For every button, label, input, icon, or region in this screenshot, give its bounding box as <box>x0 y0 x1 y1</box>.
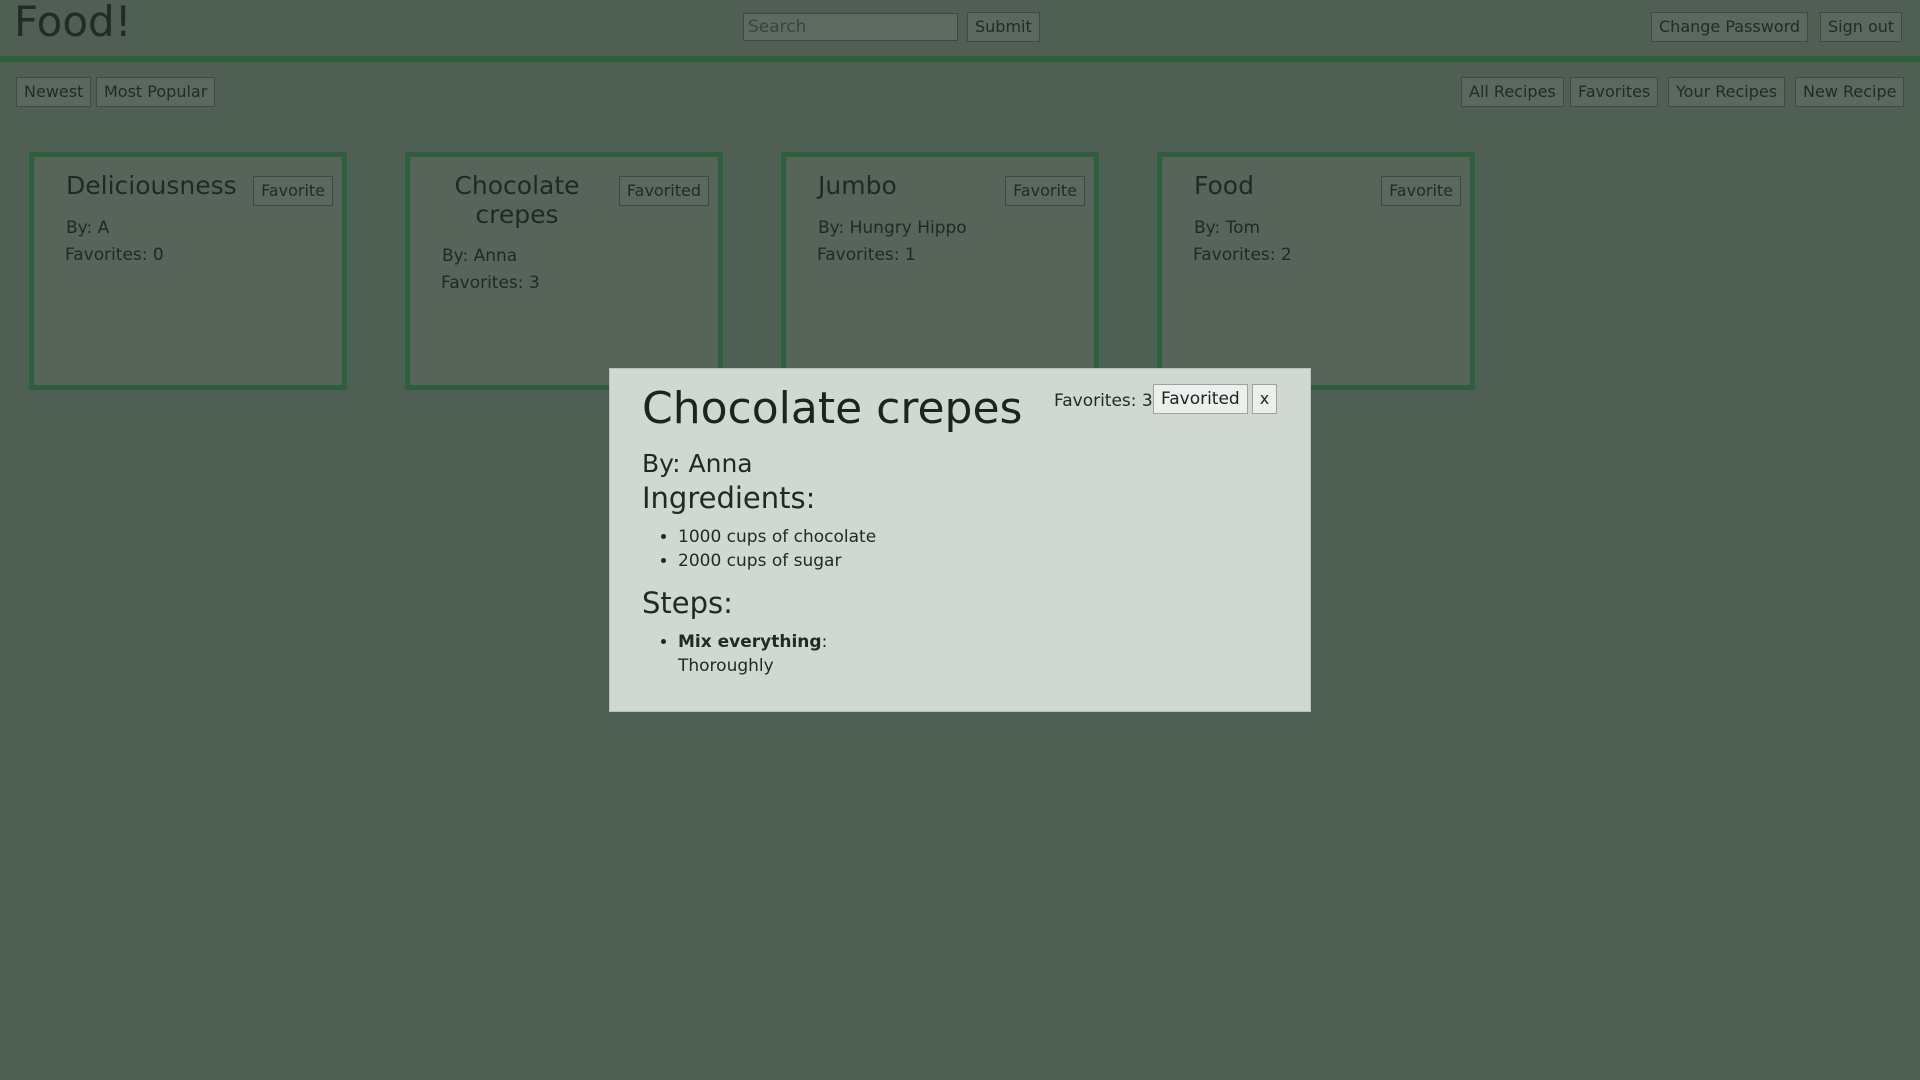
sort-newest-button[interactable]: Newest <box>16 77 92 107</box>
recipe-title: Chocolate crepes <box>454 171 580 229</box>
favorite-button[interactable]: Favorited <box>618 176 709 206</box>
recipe-favorites-count: Favorites: 2 <box>1193 245 1292 265</box>
steps-heading: Steps: <box>642 586 733 620</box>
recipe-card[interactable]: Food Favorite By: Tom Favorites: 2 <box>1157 152 1475 390</box>
modal-favorite-button[interactable]: Favorited <box>1153 384 1248 414</box>
recipe-author: By: A <box>66 218 110 238</box>
step-name: Mix everything <box>678 632 822 652</box>
sign-out-button[interactable]: Sign out <box>1820 12 1903 42</box>
modal-favorites-count: Favorites: 3 <box>1054 391 1153 411</box>
recipe-detail-modal: Chocolate crepes Favorites: 3 Favorited … <box>610 369 1310 711</box>
recipe-card[interactable]: Chocolate crepes Favorited By: Anna Favo… <box>405 152 723 390</box>
recipe-favorites-count: Favorites: 3 <box>441 273 540 293</box>
recipe-title: Deliciousness <box>66 171 237 200</box>
new-recipe-button[interactable]: New Recipe <box>1795 77 1905 107</box>
modal-author: By: Anna <box>642 449 753 478</box>
favorite-button[interactable]: Favorite <box>1005 176 1085 206</box>
recipe-author: By: Tom <box>1194 218 1261 238</box>
search-input[interactable] <box>743 13 958 41</box>
recipe-favorites-count: Favorites: 0 <box>65 245 164 265</box>
favorite-button[interactable]: Favorite <box>253 176 333 206</box>
steps-list: Mix everything: Thoroughly <box>648 630 827 678</box>
favorite-button[interactable]: Favorite <box>1381 176 1461 206</box>
recipe-author: By: Hungry Hippo <box>818 218 967 238</box>
close-icon[interactable]: x <box>1252 384 1277 414</box>
ingredients-heading: Ingredients: <box>642 481 816 515</box>
favorites-filter-button[interactable]: Favorites <box>1570 77 1659 107</box>
ingredients-list: 1000 cups of chocolate 2000 cups of suga… <box>648 525 876 573</box>
recipe-favorites-count: Favorites: 1 <box>817 245 916 265</box>
sort-most-popular-button[interactable]: Most Popular <box>96 77 216 107</box>
recipe-title: Jumbo <box>818 171 897 200</box>
modal-title: Chocolate crepes <box>642 383 1023 434</box>
search-submit-button[interactable]: Submit <box>967 12 1040 42</box>
recipe-author: By: Anna <box>442 246 518 266</box>
recipe-card[interactable]: Jumbo Favorite By: Hungry Hippo Favorite… <box>781 152 1099 390</box>
step-item: Mix everything: Thoroughly <box>678 630 827 678</box>
ingredient-item: 1000 cups of chocolate <box>678 525 876 549</box>
app-logo: Food! <box>14 0 132 46</box>
all-recipes-button[interactable]: All Recipes <box>1461 77 1564 107</box>
your-recipes-button[interactable]: Your Recipes <box>1668 77 1786 107</box>
recipe-title: Food <box>1194 171 1254 200</box>
ingredient-item: 2000 cups of sugar <box>678 549 876 573</box>
step-detail: Thoroughly <box>678 656 774 676</box>
change-password-button[interactable]: Change Password <box>1651 12 1809 42</box>
step-separator: : <box>821 632 828 652</box>
top-header: Food! Submit Change Password Sign out <box>0 0 1920 62</box>
recipe-card[interactable]: Deliciousness Favorite By: A Favorites: … <box>29 152 347 390</box>
